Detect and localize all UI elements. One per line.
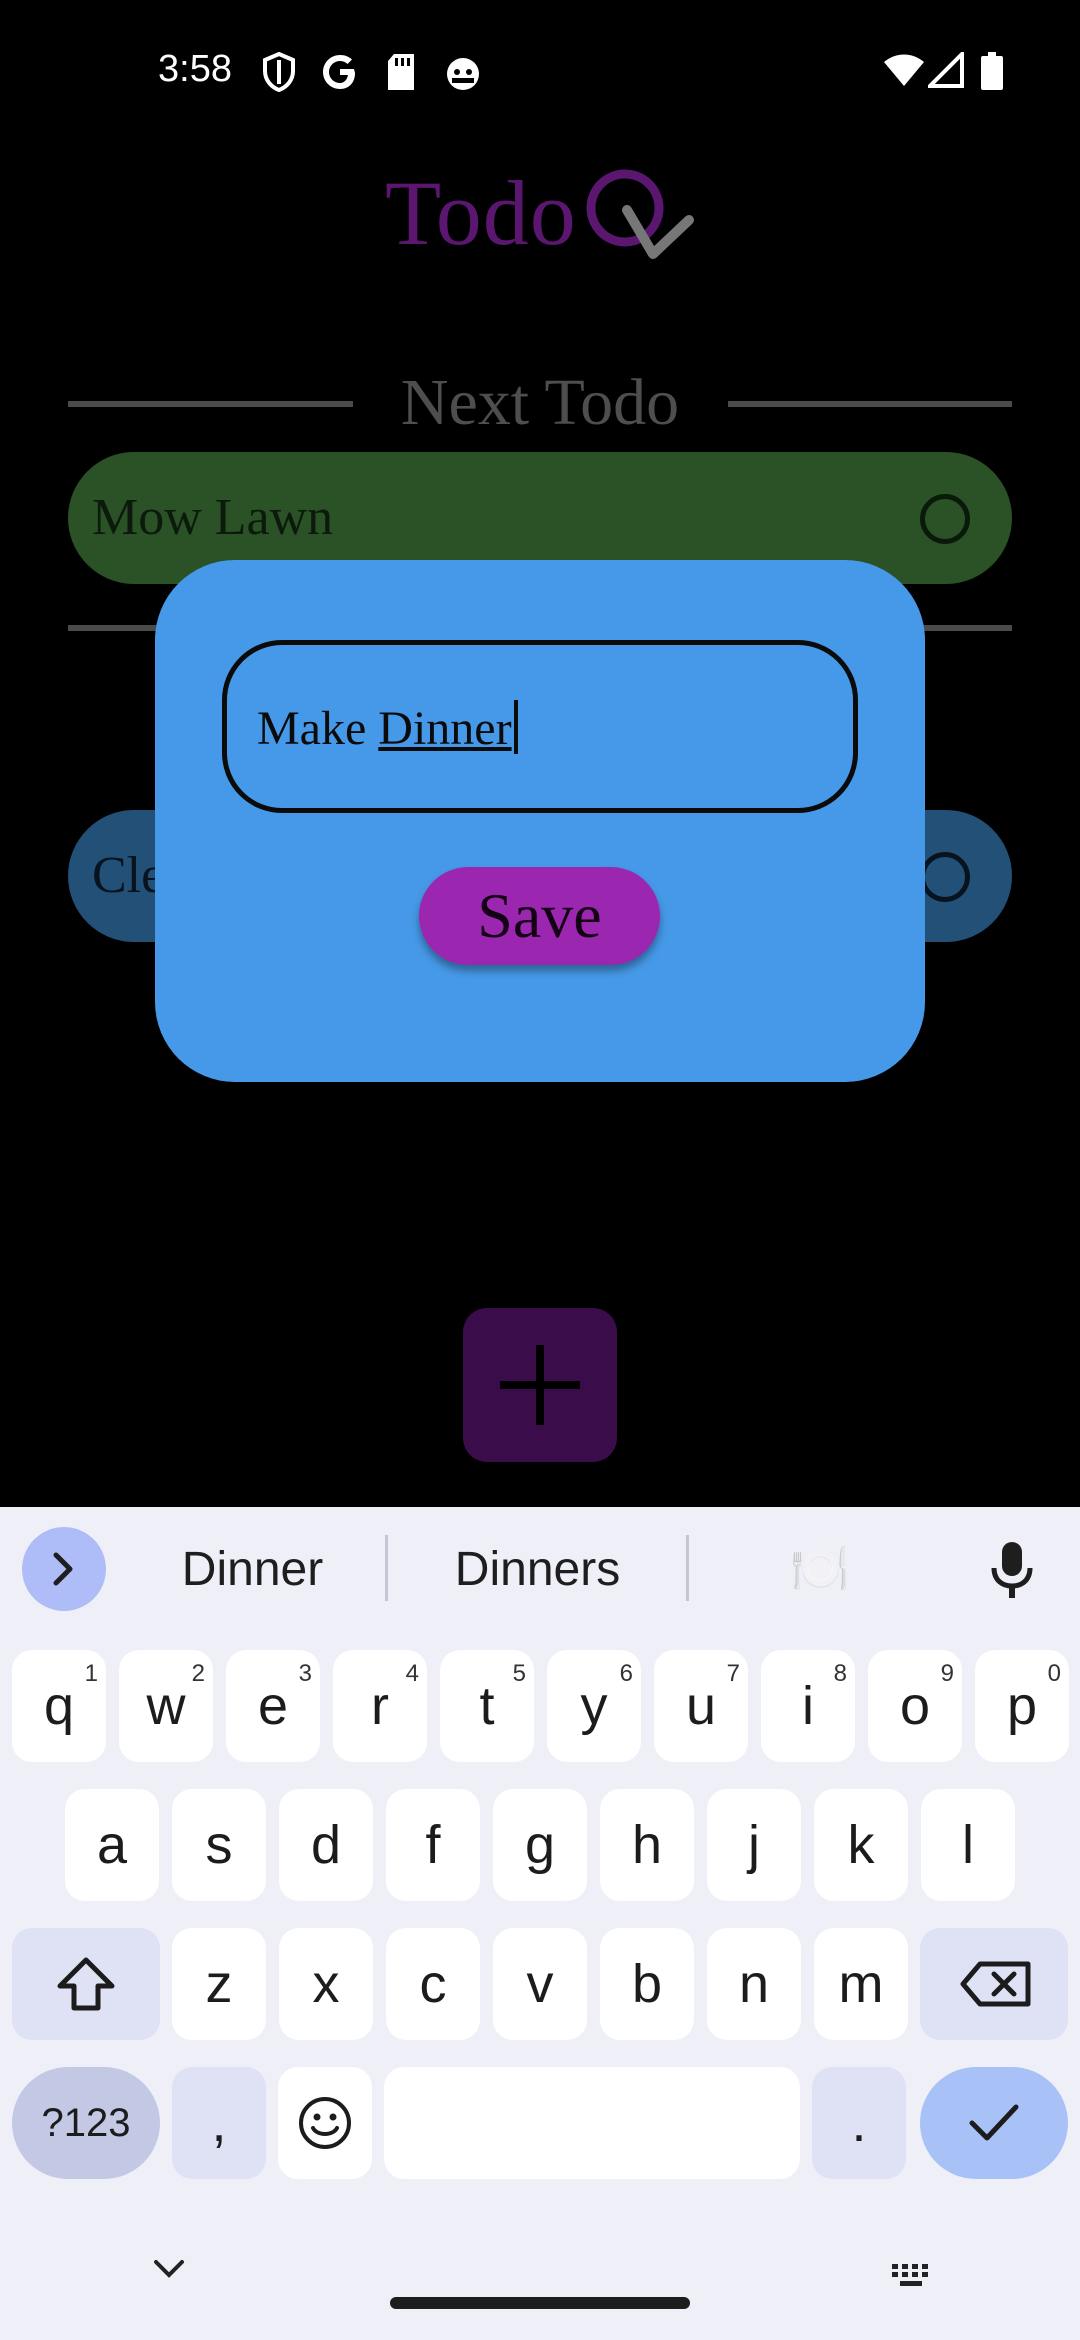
space-key[interactable] [384, 2067, 800, 2179]
key-v[interactable]: v [493, 1928, 587, 2040]
google-icon [323, 55, 355, 89]
key-g[interactable]: g [493, 1789, 587, 1901]
key-a[interactable]: a [65, 1789, 159, 1901]
wifi-icon [884, 54, 924, 86]
home-gesture-bar[interactable] [390, 2297, 690, 2309]
key-label: t [479, 1676, 495, 1736]
key-x[interactable]: x [279, 1928, 373, 2040]
app-logo: Todo [385, 160, 705, 270]
expand-toolbar-button[interactable] [22, 1527, 106, 1611]
keyboard-switch-icon[interactable] [890, 2262, 934, 2288]
key-k[interactable]: k [814, 1789, 908, 1901]
plus-icon [500, 1345, 580, 1425]
suggestion-2[interactable]: Dinners [405, 1535, 670, 1605]
shield-icon [263, 52, 295, 92]
cell-signal-icon [928, 52, 964, 88]
key-label: e [257, 1676, 289, 1736]
android-robot-icon [447, 58, 479, 90]
key-d[interactable]: d [279, 1789, 373, 1901]
key-s[interactable]: s [172, 1789, 266, 1901]
composing-word: Dinner [378, 702, 512, 755]
key-hint-number: 9 [940, 1660, 954, 1687]
key-r[interactable]: r4 [333, 1650, 427, 1762]
save-button[interactable]: Save [419, 867, 660, 965]
key-label: u [685, 1676, 717, 1736]
key-u[interactable]: u7 [654, 1650, 748, 1762]
key-hint-number: 3 [298, 1660, 312, 1687]
smiley-icon [299, 2097, 351, 2149]
symbols-key[interactable]: ?123 [12, 2067, 160, 2179]
key-label: o [899, 1676, 931, 1736]
status-time: 3:58 [158, 48, 232, 90]
comma-key[interactable]: , [172, 2067, 266, 2179]
shift-icon [57, 1957, 115, 2011]
key-i[interactable]: i8 [761, 1650, 855, 1762]
checkmark-icon [969, 2104, 1019, 2141]
suggestion-1[interactable]: Dinner [140, 1535, 365, 1605]
backspace-icon [960, 1961, 1031, 2007]
key-l[interactable]: l [921, 1789, 1015, 1901]
key-n[interactable]: n [707, 1928, 801, 2040]
key-w[interactable]: w2 [119, 1650, 213, 1762]
todo-text-input[interactable]: Make Dinner [222, 640, 858, 813]
status-bar: 3:58 [0, 0, 1080, 140]
todo-label: Cle [92, 847, 165, 904]
emoji-key[interactable] [278, 2067, 372, 2179]
logo-text: Todo [385, 162, 577, 264]
key-label: i [802, 1676, 814, 1736]
key-o[interactable]: o9 [868, 1650, 962, 1762]
key-j[interactable]: j [707, 1789, 801, 1901]
key-hint-number: 8 [833, 1660, 847, 1687]
key-label: y [580, 1676, 608, 1736]
soft-keyboard: Dinner Dinners 🍽️ q1w2e3r4t5y6u7i8o9p0 a… [0, 1507, 1080, 2340]
key-y[interactable]: y6 [547, 1650, 641, 1762]
backspace-key[interactable] [920, 1928, 1068, 2040]
key-label: p [1006, 1676, 1038, 1736]
logo-check-icon [586, 169, 694, 259]
key-z[interactable]: z [172, 1928, 266, 2040]
key-h[interactable]: h [600, 1789, 694, 1901]
key-hint-number: 6 [619, 1660, 633, 1687]
battery-icon [981, 52, 1003, 90]
input-value: Make Dinner [257, 700, 518, 756]
edit-todo-dialog: Make Dinner Save [155, 560, 925, 1082]
shift-key[interactable] [12, 1928, 160, 2040]
done-key[interactable] [920, 2067, 1068, 2179]
key-hint-number: 5 [512, 1660, 526, 1687]
period-key[interactable]: . [812, 2067, 906, 2179]
key-label: w [146, 1676, 186, 1736]
save-label: Save [477, 880, 602, 951]
suggestion-divider [686, 1535, 689, 1601]
microphone-icon[interactable] [990, 1540, 1034, 1600]
key-label: q [43, 1676, 75, 1736]
key-f[interactable]: f [386, 1789, 480, 1901]
sd-card-icon [388, 54, 414, 90]
complete-checkbox[interactable] [920, 494, 970, 544]
key-c[interactable]: c [386, 1928, 480, 2040]
hide-keyboard-chevron-icon[interactable] [152, 2258, 186, 2280]
key-q[interactable]: q1 [12, 1650, 106, 1762]
complete-checkbox[interactable] [920, 852, 970, 902]
chevron-right-icon [53, 1552, 73, 1586]
key-m[interactable]: m [814, 1928, 908, 2040]
key-hint-number: 7 [726, 1660, 740, 1687]
todo-label: Mow Lawn [92, 489, 334, 546]
text-caret [513, 700, 518, 754]
key-b[interactable]: b [600, 1928, 694, 2040]
key-hint-number: 2 [191, 1660, 205, 1687]
add-todo-button[interactable] [463, 1308, 617, 1462]
key-t[interactable]: t5 [440, 1650, 534, 1762]
key-hint-number: 0 [1047, 1660, 1061, 1687]
key-label: r [371, 1676, 389, 1736]
key-hint-number: 1 [84, 1660, 98, 1687]
suggestion-divider [385, 1535, 388, 1601]
key-hint-number: 4 [405, 1660, 419, 1687]
key-e[interactable]: e3 [226, 1650, 320, 1762]
suggestion-emoji[interactable]: 🍽️ [720, 1535, 920, 1605]
section-title: Next Todo [400, 366, 680, 439]
key-p[interactable]: p0 [975, 1650, 1069, 1762]
